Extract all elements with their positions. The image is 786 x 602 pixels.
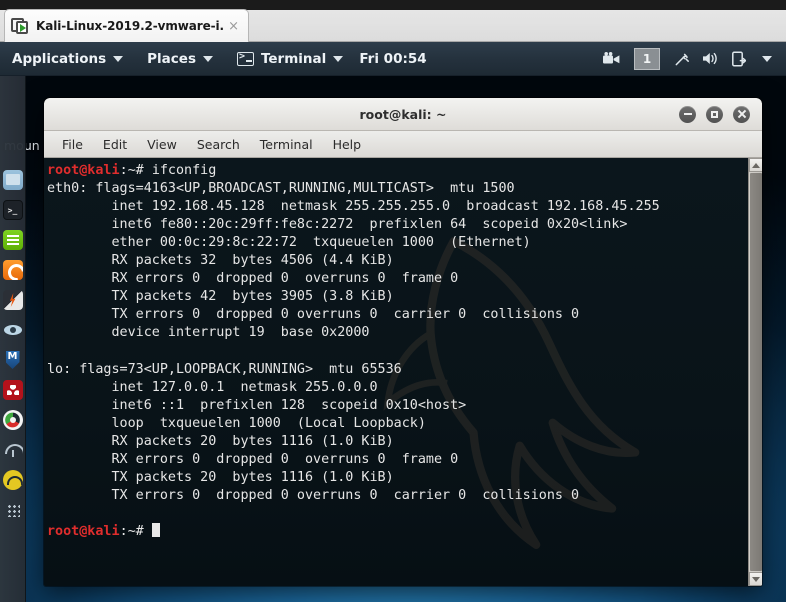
terminal-window-title: root@kali: ~ [44, 107, 762, 122]
close-button[interactable] [733, 106, 750, 123]
dock-item-show-applications[interactable] [3, 500, 23, 520]
dock-item-kismet[interactable] [3, 470, 23, 490]
terminal-menubar: File Edit View Search Terminal Help [44, 131, 762, 158]
screencast-icon[interactable] [599, 47, 624, 71]
dock-item-wireshark[interactable] [3, 320, 23, 340]
close-icon[interactable]: × [225, 20, 242, 33]
places-label: Places [147, 51, 196, 67]
chevron-down-icon [113, 56, 123, 62]
scrollbar-thumb[interactable] [750, 173, 762, 571]
guest-desktop: Applications Places Terminal Fri 00:54 [0, 42, 786, 602]
typed-command: ifconfig [152, 163, 217, 178]
menu-view[interactable]: View [138, 134, 186, 155]
terminal-label: Terminal [261, 51, 326, 67]
volume-icon[interactable] [698, 47, 723, 71]
menu-edit[interactable]: Edit [94, 134, 136, 155]
prompt-user: root@kali [47, 524, 120, 539]
favorites-dock [0, 76, 26, 602]
chevron-down-icon [203, 56, 213, 62]
terminal-titlebar[interactable]: root@kali: ~ [44, 98, 762, 131]
vmware-tabstrip: Kali-Linux-2019.2-vmware-i... × [0, 0, 786, 42]
network-icon[interactable] [670, 47, 694, 71]
menu-terminal[interactable]: Terminal [251, 134, 322, 155]
panel-tray: 1 [599, 47, 786, 71]
terminal-screen[interactable]: root@kali:~# ifconfig eth0: flags=4163<U… [44, 158, 748, 586]
menu-file[interactable]: File [53, 134, 92, 155]
dock-item-maltego[interactable] [3, 350, 23, 370]
ifconfig-output: eth0: flags=4163<UP,BROADCAST,RUNNING,MU… [47, 181, 660, 503]
dock-item-text-editor[interactable] [3, 230, 23, 250]
dock-item-terminal[interactable] [3, 200, 23, 220]
screen: Kali-Linux-2019.2-vmware-i... × Applicat… [0, 0, 786, 602]
terminal-body: root@kali:~# ifconfig eth0: flags=4163<U… [44, 158, 762, 586]
menu-help[interactable]: Help [324, 134, 371, 155]
window-controls [679, 106, 762, 123]
maximize-button[interactable] [706, 106, 723, 123]
terminal-window: root@kali: ~ File Edit View Search Termi… [44, 98, 762, 586]
chevron-down-icon[interactable] [755, 47, 779, 71]
dock-item-burpsuite[interactable] [3, 380, 23, 400]
menu-search[interactable]: Search [188, 134, 249, 155]
power-icon[interactable] [727, 47, 751, 71]
terminal-scrollbar[interactable] [748, 158, 762, 586]
vmware-tab-title: Kali-Linux-2019.2-vmware-i... [36, 19, 225, 33]
dock-item-beef[interactable] [3, 410, 23, 430]
vmware-vm-tab[interactable]: Kali-Linux-2019.2-vmware-i... × [4, 9, 249, 42]
gnome-top-panel: Applications Places Terminal Fri 00:54 [0, 42, 786, 76]
terminal-icon [237, 52, 254, 66]
menu-applications[interactable]: Applications [0, 42, 135, 76]
prompt-tail: :~# [120, 524, 152, 539]
workspace-indicator[interactable]: 1 [634, 48, 660, 70]
prompt-user: root@kali [47, 163, 120, 178]
menu-terminal-app[interactable]: Terminal [225, 42, 355, 76]
prompt-tail: :~# [120, 163, 152, 178]
applications-label: Applications [12, 51, 106, 67]
minimize-button[interactable] [679, 106, 696, 123]
dock-item-firefox[interactable] [3, 260, 23, 280]
dock-item-files[interactable] [3, 170, 23, 190]
scroll-up-icon[interactable] [749, 158, 762, 172]
text-cursor [152, 523, 160, 537]
dock-item-metasploit[interactable] [3, 290, 23, 310]
terminal-output: root@kali:~# ifconfig eth0: flags=4163<U… [44, 158, 748, 541]
chevron-down-icon [333, 56, 343, 62]
menu-places[interactable]: Places [135, 42, 225, 76]
vm-icon [11, 17, 29, 35]
dock-item-aircrack[interactable] [3, 440, 23, 460]
scroll-down-icon[interactable] [749, 572, 762, 586]
